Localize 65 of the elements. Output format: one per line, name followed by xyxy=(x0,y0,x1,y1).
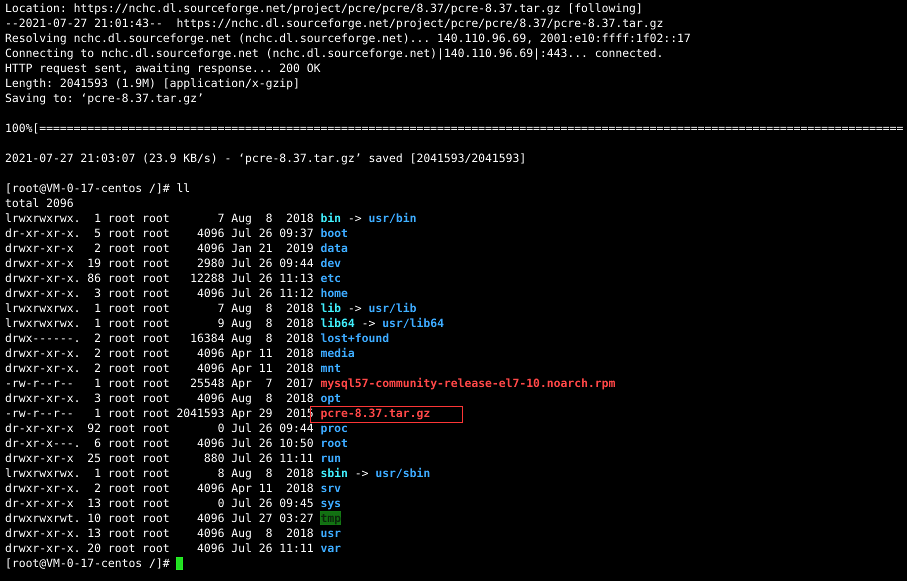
output-line: HTTP request sent, awaiting response... 200 OK xyxy=(5,61,322,76)
file-info: dr-xr-xr-x 92 root root 0 Jul 26 09:44 xyxy=(5,421,314,436)
file-name: run xyxy=(320,451,342,465)
file-name: media xyxy=(320,346,355,360)
file-info: drwxr-xr-x. 3 root root 4096 Aug 8 2018 xyxy=(5,391,314,406)
file-info: drwxr-xr-x. 2 root root 4096 Apr 11 2018 xyxy=(5,346,314,361)
file-name: var xyxy=(320,541,342,555)
file-info: drwxr-xr-x. 86 root root 12288 Jul 26 11:13 xyxy=(5,271,314,286)
file-info: drwxr-xr-x. 2 root root 4096 Apr 11 2018 xyxy=(5,361,314,376)
file-name: lib64 xyxy=(320,316,355,330)
output-line: Saving to: ‘pcre-8.37.tar.gz’ xyxy=(5,91,205,106)
file-info: dr-xr-xr-x. 5 root root 4096 Jul 26 09:37 xyxy=(5,226,314,241)
output-line: 2021-07-27 21:03:07 (23.9 KB/s) - ‘pcre-8.37.tar.gz’ saved [2041593/2041593] xyxy=(5,151,528,166)
file-name: tmp xyxy=(320,511,342,525)
file-name: bin xyxy=(320,211,342,225)
link-target: usr/sbin xyxy=(375,466,430,481)
output-line: Length: 2041593 (1.9M) [application/x-gzip] xyxy=(5,76,301,91)
file-name: boot xyxy=(320,226,348,240)
command-line: [root@VM-0-17-centos /]# ll xyxy=(5,181,192,196)
file-name: srv xyxy=(320,481,342,495)
file-info: drwxr-xr-x. 13 root root 4096 Aug 8 2018 xyxy=(5,526,314,541)
file-info: lrwxrwxrwx. 1 root root 9 Aug 8 2018 xyxy=(5,316,314,331)
file-info: lrwxrwxrwx. 1 root root 7 Aug 8 2018 xyxy=(5,301,314,316)
file-name: opt xyxy=(320,391,342,405)
file-info: -rw-r--r-- 1 root root 25548 Apr 7 2017 xyxy=(5,376,314,391)
file-name: proc xyxy=(320,421,348,435)
link-arrow: -> xyxy=(348,301,362,316)
file-info: drwxr-xr-x 25 root root 880 Jul 26 11:11 xyxy=(5,451,314,466)
link-target: usr/lib64 xyxy=(382,316,444,331)
file-name: sys xyxy=(320,496,342,510)
file-name: lib xyxy=(320,301,342,315)
link-arrow: -> xyxy=(348,211,362,226)
file-info: drwxr-xr-x 19 root root 2980 Jul 26 09:44 xyxy=(5,256,314,271)
file-name: lost+found xyxy=(320,331,390,345)
file-info: dr-xr-x---. 6 root root 4096 Jul 26 10:50 xyxy=(5,436,314,451)
file-info: drwxr-xr-x. 20 root root 4096 Jul 26 11:11 xyxy=(5,541,314,556)
file-name: usr xyxy=(320,526,342,540)
shell-prompt: [root@VM-0-17-centos /]# xyxy=(5,556,170,571)
file-name: mysql57-community-release-el7-10.noarch.rpm xyxy=(320,376,616,390)
output-line: total 2096 xyxy=(5,196,75,211)
output-line: Resolving nchc.dl.sourceforge.net (nchc.dl.sourceforge.net)... 140.110.96.69, 2001:e10:ffff:1f02::17 xyxy=(5,31,692,46)
link-arrow: -> xyxy=(362,316,376,331)
file-info: drwxr-xr-x. 2 root root 4096 Apr 11 2018 xyxy=(5,481,314,496)
file-info: dr-xr-xr-x 13 root root 0 Jul 26 09:45 xyxy=(5,496,314,511)
file-name: dev xyxy=(320,256,342,270)
output-line: Location: https://nchc.dl.sourceforge.net/project/pcre/pcre/8.37/pcre-8.37.tar.gz [following] xyxy=(5,1,644,16)
file-info: lrwxrwxrwx. 1 root root 7 Aug 8 2018 xyxy=(5,211,314,226)
output-line: --2021-07-27 21:01:43-- https://nchc.dl.sourceforge.net/project/pcre/pcre/8.37/pcre-8.37.tar.gz xyxy=(5,16,664,31)
file-name: data xyxy=(320,241,348,255)
file-info: drwxr-xr-x 2 root root 4096 Jan 21 2019 xyxy=(5,241,314,256)
file-name: mnt xyxy=(320,361,342,375)
file-name: pcre-8.37.tar.gz xyxy=(320,406,430,420)
output-line: Connecting to nchc.dl.sourceforge.net (nchc.dl.sourceforge.net)|140.110.96.69|:443... connected. xyxy=(5,46,664,61)
file-name: home xyxy=(320,286,348,300)
file-info: drwx------. 2 root root 16384 Aug 8 2018 xyxy=(5,331,314,346)
file-name: sbin xyxy=(320,466,348,480)
link-arrow: -> xyxy=(354,466,368,481)
file-info: drwxrwxrwt. 10 root root 4096 Jul 27 03:27 xyxy=(5,511,314,526)
file-name: root xyxy=(320,436,348,450)
file-info: lrwxrwxrwx. 1 root root 8 Aug 8 2018 xyxy=(5,466,314,481)
file-info: drwxr-xr-x. 3 root root 4096 Jul 26 11:12 xyxy=(5,286,314,301)
progress-text: 100%[============================================================================================================================== xyxy=(5,121,904,136)
link-target: usr/lib xyxy=(368,301,416,316)
file-name: etc xyxy=(320,271,342,285)
link-target: usr/bin xyxy=(368,211,416,226)
